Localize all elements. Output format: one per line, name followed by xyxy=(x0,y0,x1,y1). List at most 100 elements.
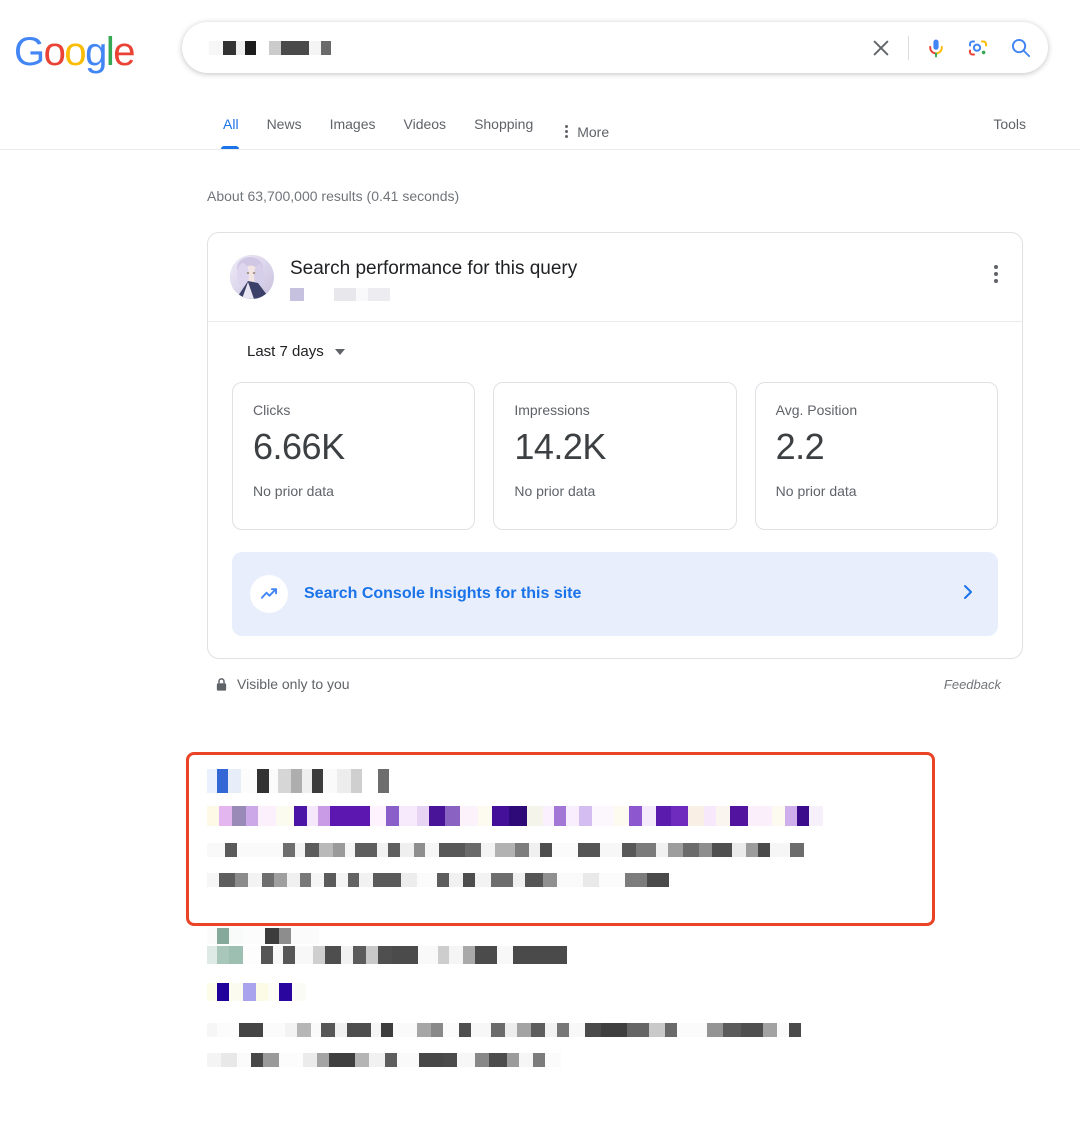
clear-search-button[interactable] xyxy=(860,27,902,69)
tab-news-label: News xyxy=(266,116,302,132)
performance-card-footer: Visible only to you Feedback xyxy=(207,675,1023,694)
redacted-pixel xyxy=(636,843,656,857)
redacted-pixel xyxy=(629,806,642,826)
redacted-pixel xyxy=(399,806,417,826)
google-lens-button[interactable] xyxy=(957,27,999,69)
performance-card-menu-button[interactable] xyxy=(988,259,1004,289)
tab-images[interactable]: Images xyxy=(316,100,390,149)
logo-letter-g2: g xyxy=(85,30,107,74)
redacted-pixel xyxy=(273,946,283,964)
redacted-pixel xyxy=(463,873,475,887)
redacted-pixel xyxy=(599,873,625,887)
search-result-item-2[interactable] xyxy=(207,928,1080,1068)
microphone-icon xyxy=(929,39,943,57)
result-1-snippet-line-1 xyxy=(207,842,1080,858)
redacted-pixel xyxy=(489,1053,507,1067)
redacted-pixel xyxy=(417,873,437,887)
redacted-pixel xyxy=(217,946,229,964)
redacted-pixel xyxy=(268,983,279,1001)
redacted-pixel xyxy=(495,843,515,857)
redacted-pixel xyxy=(243,983,256,1001)
redacted-pixel xyxy=(366,946,378,964)
redacted-pixel xyxy=(265,928,279,944)
redacted-pixel xyxy=(370,806,386,826)
redacted-pixel xyxy=(348,873,359,887)
redacted-pixel xyxy=(207,769,217,793)
redacted-pixel xyxy=(723,1023,741,1037)
redacted-pixel xyxy=(425,843,439,857)
redacted-pixel xyxy=(789,1023,801,1037)
redacted-pixel xyxy=(237,843,283,857)
redacted-pixel xyxy=(492,806,509,826)
visibility-note: Visible only to you xyxy=(215,675,944,694)
redacted-pixel xyxy=(622,843,636,857)
redacted-pixel xyxy=(385,1053,397,1067)
redacted-pixel xyxy=(278,769,291,793)
redacted-pixel xyxy=(770,843,790,857)
tab-videos[interactable]: Videos xyxy=(390,100,461,149)
redacted-pixel xyxy=(642,806,656,826)
redacted-pixel xyxy=(232,806,246,826)
redacted-pixel xyxy=(274,873,287,887)
redacted-pixel xyxy=(347,1023,371,1037)
search-input[interactable] xyxy=(203,37,860,59)
kebab-dot xyxy=(994,265,998,269)
redacted-pixel xyxy=(688,806,704,826)
redacted-pixel xyxy=(291,928,319,944)
redacted-pixel xyxy=(295,946,313,964)
redacted-pixel xyxy=(279,928,291,944)
redacted-pixel xyxy=(207,1023,217,1037)
search-bar[interactable] xyxy=(182,22,1048,73)
redacted-pixel xyxy=(251,1053,263,1067)
redacted-pixel xyxy=(656,806,671,826)
redacted-pixel xyxy=(527,806,543,826)
redacted-pixel xyxy=(414,843,425,857)
redacted-pixel xyxy=(235,873,248,887)
page-header: Google xyxy=(0,0,1080,100)
redacted-pixel xyxy=(283,946,295,964)
tab-more[interactable]: More xyxy=(547,100,623,149)
search-console-insights-banner[interactable]: Search Console Insights for this site xyxy=(232,552,998,636)
tab-all[interactable]: All xyxy=(207,100,253,149)
tab-shopping[interactable]: Shopping xyxy=(460,100,547,149)
redacted-pixel xyxy=(614,806,629,826)
redacted-pixel xyxy=(790,843,804,857)
redacted-pixel xyxy=(324,873,336,887)
redacted-pixel xyxy=(287,873,300,887)
redacted-pixel xyxy=(257,769,269,793)
redacted-pixel xyxy=(478,806,492,826)
redacted-pixel xyxy=(369,1053,385,1067)
date-range-selector[interactable]: Last 7 days xyxy=(247,342,345,362)
redacted-pixel xyxy=(449,946,463,964)
redacted-pixel xyxy=(353,946,366,964)
result-1-title-line xyxy=(207,804,1080,828)
redacted-pixel xyxy=(207,1053,221,1067)
camera-lens-icon xyxy=(969,40,987,55)
redacted-pixel xyxy=(557,873,583,887)
redacted-pixel xyxy=(437,873,449,887)
redacted-pixel xyxy=(625,873,647,887)
redacted-pixel xyxy=(256,983,268,1001)
redacted-pixel xyxy=(313,946,325,964)
tab-news[interactable]: News xyxy=(253,100,316,149)
redacted-pixel xyxy=(207,873,219,887)
search-result-item-1[interactable] xyxy=(207,752,1080,888)
redacted-pixel xyxy=(341,946,353,964)
date-range-label: Last 7 days xyxy=(247,343,324,360)
redacted-pixel xyxy=(217,983,229,1001)
redacted-pixel xyxy=(237,1053,251,1067)
google-logo[interactable]: Google xyxy=(14,30,135,74)
redacted-pixel xyxy=(475,1053,489,1067)
redacted-pixel xyxy=(704,806,716,826)
redacted-pixel xyxy=(229,928,243,944)
search-submit-button[interactable] xyxy=(999,27,1041,69)
tools-button[interactable]: Tools xyxy=(993,114,1026,134)
redacted-pixel xyxy=(583,873,599,887)
logo-letter-l: l xyxy=(105,30,115,74)
feedback-link[interactable]: Feedback xyxy=(944,675,1001,694)
redacted-pixel xyxy=(243,946,261,964)
redacted-pixel xyxy=(297,1023,311,1037)
redacted-pixel xyxy=(509,806,527,826)
voice-search-button[interactable] xyxy=(915,27,957,69)
redacted-pixel xyxy=(417,806,429,826)
